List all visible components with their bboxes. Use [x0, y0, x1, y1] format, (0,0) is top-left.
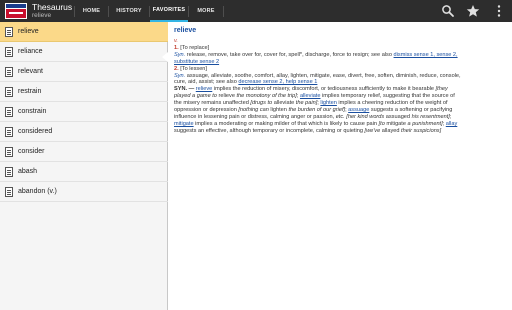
document-icon [5, 67, 13, 77]
example-text: [her kind words [344, 113, 386, 120]
example-text: the monotony of the trip] [234, 93, 297, 100]
example-text: [they [435, 86, 448, 93]
sense-label: [To replace] [180, 44, 210, 51]
example-text: the pain] [294, 100, 318, 107]
syn-label: Syn. [174, 51, 186, 58]
entry-headword: relieve [174, 27, 197, 34]
sense-label: [To lessen] [180, 65, 207, 72]
list-item-label: restrain [18, 88, 42, 95]
document-icon [5, 147, 13, 157]
document-icon [5, 107, 13, 117]
synonymy-text: implies a cheering reduction of the weig… [336, 100, 448, 107]
example-text: his resentment] [410, 113, 450, 120]
synonymy-text: suggests an effective, although temporar… [174, 127, 365, 134]
synonym-link[interactable]: allay [446, 121, 458, 127]
example-text: [drugs to [250, 100, 274, 107]
list-item-label: abash [18, 168, 38, 175]
sense-number: 2. [174, 65, 179, 72]
synonymy-text: implies a moderating or making milder of… [193, 120, 379, 127]
sense-number: 1. [174, 44, 179, 51]
document-icon [5, 127, 13, 137]
synonymy-text: the misery remains unaffected [174, 100, 251, 107]
example-text: the burden of our grief] [286, 107, 346, 114]
syn-text: assuage, alleviate, soothe, comfort, all… [186, 72, 461, 79]
example-text: etc. [335, 113, 345, 120]
favorites-list: relieve reliance relevant restrain const… [0, 22, 168, 310]
cross-reference-link[interactable]: decrease sense 2, help sense 1 [238, 79, 317, 85]
tab-history[interactable]: HISTORY [109, 0, 149, 22]
overflow-menu-icon[interactable] [492, 4, 506, 18]
list-item[interactable]: relieve [0, 22, 168, 42]
tab-home[interactable]: HOME [75, 0, 108, 22]
synonymy-text: implies the reduction of misery, discomf… [212, 86, 436, 93]
list-item[interactable]: abandon (v.) [0, 182, 168, 202]
document-icon [5, 47, 13, 57]
action-bar: Thesaurus relieve HOME HISTORY FAVORITES… [0, 0, 512, 22]
tab-more[interactable]: MORE [189, 0, 223, 22]
list-item-label: relevant [18, 68, 43, 75]
synonymy-text: ; [449, 113, 452, 120]
syn-label: Syn. [174, 72, 186, 79]
synonymy-text: suggests a softening or pacifying [369, 107, 453, 114]
document-icon [5, 167, 13, 177]
list-item-label: consider [18, 148, 45, 155]
synonym-link[interactable]: relieve [196, 86, 212, 92]
list-item[interactable]: abash [0, 162, 168, 182]
star-icon[interactable] [466, 4, 480, 18]
part-of-speech: v. [174, 38, 178, 44]
example-text: played a game to [174, 93, 219, 100]
example-text: mitigate [386, 120, 406, 127]
syn-text: release, remove, take over for, cover fo… [186, 51, 392, 58]
document-icon [5, 187, 13, 197]
selection-pointer [162, 52, 168, 62]
example-text: alleviate [273, 100, 295, 107]
list-item[interactable]: consider [0, 142, 168, 162]
cross-reference-link[interactable]: substitute sense 2 [174, 59, 219, 65]
example-text: allayed [381, 127, 400, 134]
example-text: lighten [270, 107, 287, 114]
entry-panel: relieve v. 1. [To replace] Syn. release,… [169, 22, 512, 310]
search-icon[interactable] [441, 4, 455, 18]
list-item[interactable]: relevant [0, 62, 168, 82]
app-logo[interactable] [5, 3, 27, 19]
synonym-link[interactable]: lighten [320, 100, 336, 106]
cross-reference-link[interactable]: dismiss sense 1, sense 2, [394, 52, 458, 58]
example-text: a punishment] [405, 120, 443, 127]
document-icon [5, 87, 13, 97]
app-subtitle: relieve [32, 12, 52, 19]
example-text: their suspicions] [399, 127, 442, 134]
synonymy-text: influence in lessening pain or distress,… [174, 113, 336, 120]
example-text: [we've [364, 127, 382, 134]
synonymy-text: oppression or depression [174, 107, 239, 114]
list-item[interactable]: restrain [0, 82, 168, 102]
syn-text: cure, aid, assist; see also [174, 79, 237, 86]
tab-favorites[interactable]: FAVORITES [150, 0, 188, 22]
example-text: [nothing can [238, 107, 271, 114]
list-item-label: constrain [18, 108, 47, 115]
tab-divider [223, 6, 224, 17]
synonymy-label: SYN. — [174, 86, 195, 93]
list-item[interactable]: considered [0, 122, 168, 142]
list-item-label: abandon (v.) [18, 188, 57, 195]
example-text: assuaged [385, 113, 411, 120]
example-text: relieve [218, 93, 235, 100]
synonym-link[interactable]: mitigate [174, 121, 194, 127]
document-icon [5, 27, 13, 37]
app-title: Thesaurus [32, 2, 73, 12]
list-item-label: relieve [18, 28, 39, 35]
synonym-link[interactable]: assuage [348, 107, 369, 113]
list-item[interactable]: constrain [0, 102, 168, 122]
list-item-label: reliance [18, 48, 43, 55]
list-item[interactable]: reliance [0, 42, 168, 62]
list-item-label: considered [18, 128, 53, 135]
synonymy-text: implies temporary relief, suggesting tha… [320, 93, 455, 100]
synonym-link[interactable]: alleviate [300, 93, 321, 99]
